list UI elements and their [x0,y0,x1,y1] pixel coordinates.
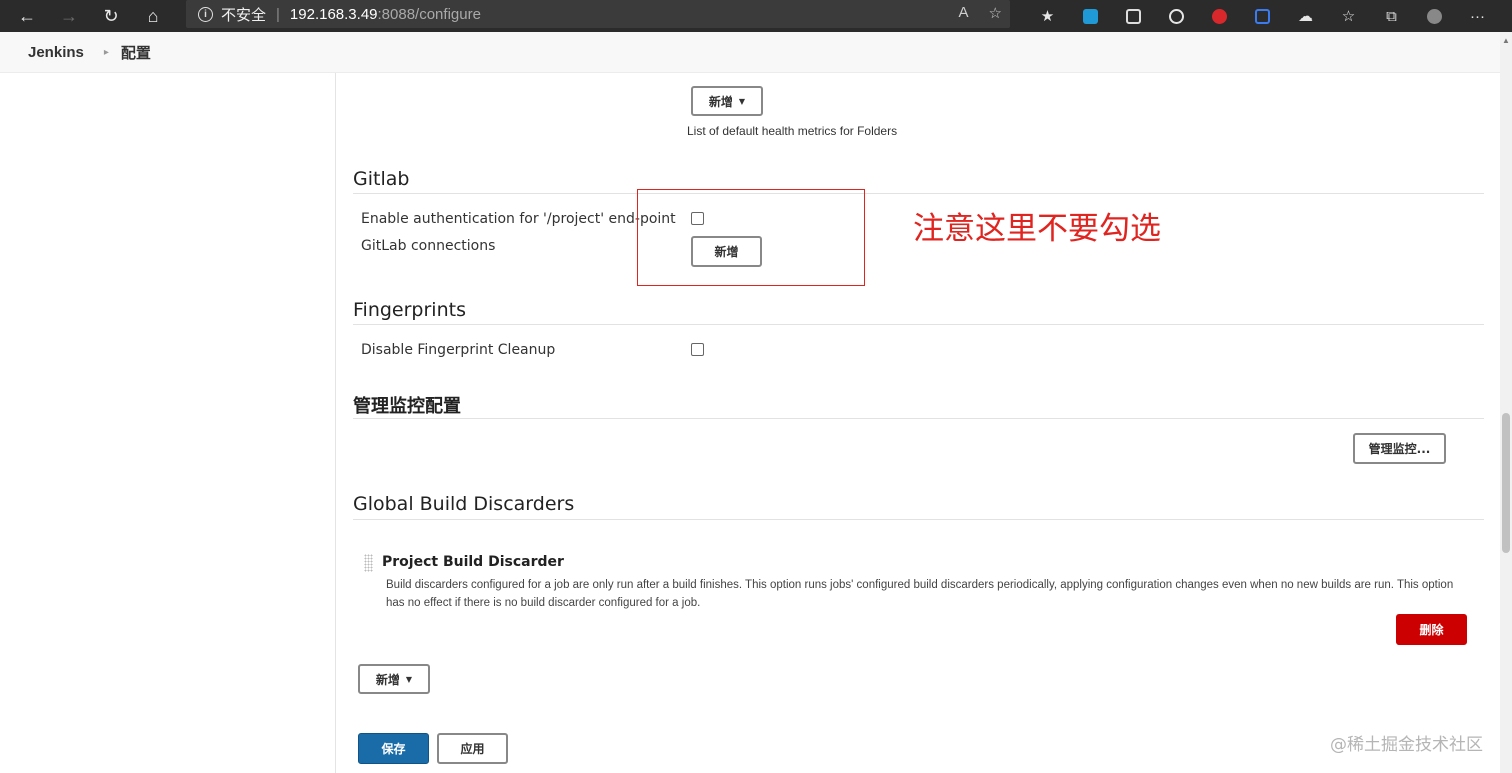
caret-down-icon: ▼ [405,674,413,684]
fingerprint-cleanup-checkbox[interactable] [691,343,704,356]
more-menu-icon[interactable]: ··· [1456,3,1499,29]
browser-toolbar: ← → ↻ ⌂ i 不安全 | 192.168.3.49 :8088/confi… [0,0,1512,32]
caret-down-icon: ▼ [738,96,746,106]
scrollbar-thumb[interactable] [1502,413,1510,553]
manage-monitors-button[interactable]: 管理监控... [1353,433,1446,464]
reload-icon[interactable]: ↻ [96,3,126,29]
fingerprints-section-title: Fingerprints [353,299,466,321]
save-button[interactable]: 保存 [358,733,429,764]
extension-red-icon[interactable] [1198,3,1241,29]
favorites-icon[interactable]: ★ [1026,3,1069,29]
security-label: 不安全 [221,6,267,24]
drag-handle-icon[interactable] [364,554,373,572]
side-panel-divider [335,73,336,773]
favorites-list-icon[interactable]: ☆ [1327,3,1370,29]
collections-icon[interactable]: ⧉ [1370,3,1413,29]
annotation-highlight-box [637,189,865,286]
fingerprints-divider [353,324,1484,325]
discarders-divider [353,519,1484,520]
discarders-add-label: 新增 [375,672,400,687]
extension-reader-icon[interactable] [1112,3,1155,29]
watermark: @稀土掘金技术社区 [1330,735,1483,755]
breadcrumb-jenkins[interactable]: Jenkins [28,44,84,61]
folders-add-button[interactable]: 新增 ▼ [691,86,763,116]
monitoring-divider [353,418,1484,419]
delete-discarder-button[interactable]: 删除 [1396,614,1467,645]
monitoring-section-title: 管理监控配置 [353,396,461,417]
discarders-section-title: Global Build Discarders [353,493,575,515]
favorite-star-icon[interactable]: ☆ [989,4,1002,22]
address-bar[interactable]: i 不安全 | 192.168.3.49 :8088/configure A ☆ [186,0,1010,28]
breadcrumb: Jenkins ▸ 配置 [0,32,1500,73]
gitlab-auth-label: Enable authentication for '/project' end… [361,211,676,227]
breadcrumb-configure[interactable]: 配置 [121,42,151,63]
project-build-discarder-description: Build discarders configured for a job ar… [386,579,1454,609]
discarders-add-button[interactable]: 新增 ▼ [358,664,430,694]
folders-health-help: List of default health metrics for Folde… [687,124,898,138]
breadcrumb-chevron-icon: ▸ [103,46,109,58]
gitlab-connections-label: GitLab connections [361,238,496,254]
annotation-note: 注意这里不要勾选 [913,211,1161,247]
extension-speed-icon[interactable] [1155,3,1198,29]
gitlab-divider [353,193,1484,194]
extension-cloud-icon[interactable]: ☁ [1284,3,1327,29]
url-host: 192.168.3.49 [289,5,378,23]
url-path: :8088/configure [377,5,481,23]
extension-translate-icon[interactable] [1069,3,1112,29]
scroll-up-icon[interactable]: ▲ [1502,36,1510,45]
info-icon[interactable]: i [198,6,213,22]
project-build-discarder-title: Project Build Discarder [382,554,564,570]
gitlab-section-title: Gitlab [353,168,410,190]
folders-add-label: 新增 [708,94,733,109]
forward-icon[interactable]: → [54,3,84,29]
extension-crop-icon[interactable] [1241,3,1284,29]
address-separator: | [276,5,280,23]
apply-button[interactable]: 应用 [437,733,508,764]
fingerprint-cleanup-label: Disable Fingerprint Cleanup [361,342,556,358]
profile-avatar[interactable] [1413,3,1456,29]
page-scrollbar[interactable]: ▲ [1500,32,1512,773]
back-icon[interactable]: ← [12,3,42,29]
home-icon[interactable]: ⌂ [138,3,168,29]
read-aloud-icon[interactable]: A [959,4,969,22]
